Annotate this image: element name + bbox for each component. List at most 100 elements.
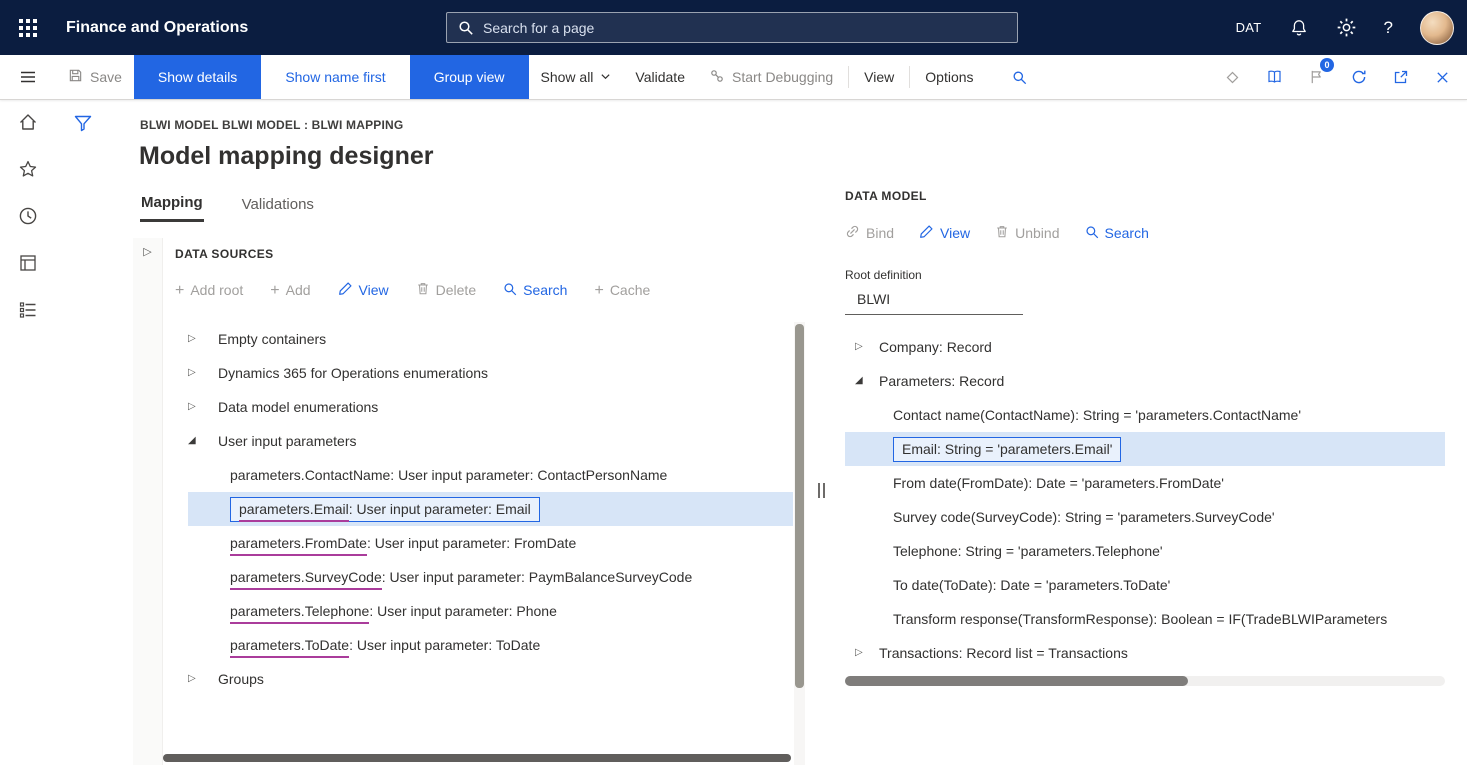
- tree-item-to-date[interactable]: To date(ToDate): Date = 'parameters.ToDa…: [833, 568, 1445, 602]
- tree-item-parameters-email[interactable]: parameters.Email: User input parameter: …: [188, 492, 793, 526]
- app-title: Finance and Operations: [66, 19, 248, 37]
- tree-item-email[interactable]: Email: String = 'parameters.Email': [845, 432, 1445, 466]
- global-search-box[interactable]: [446, 12, 1018, 43]
- trash-icon: [416, 281, 430, 299]
- tree-item-data-model-enumerations[interactable]: Data model enumerations: [163, 390, 793, 424]
- sitemap-menu-icon[interactable]: [17, 299, 39, 321]
- tree-item-parameters-todate[interactable]: parameters.ToDate: User input parameter:…: [163, 628, 793, 662]
- hamburger-menu-icon[interactable]: [0, 55, 56, 99]
- search-input[interactable]: [483, 20, 1006, 36]
- home-icon[interactable]: [17, 111, 39, 133]
- tree-item-empty-containers[interactable]: Empty containers: [163, 322, 793, 356]
- separator: [909, 66, 910, 88]
- left-sidebar: [0, 100, 56, 765]
- data-sources-vertical-scrollbar[interactable]: [794, 322, 805, 765]
- button-label: Add root: [190, 282, 243, 298]
- unbind-button[interactable]: Unbind: [995, 224, 1059, 242]
- tree-item-parameters-surveycode[interactable]: parameters.SurveyCode: User input parame…: [163, 560, 793, 594]
- node-name: parameters.Email: [239, 501, 349, 517]
- collapse-pane-chevron-icon[interactable]: [143, 247, 151, 258]
- tree-item-user-input-parameters[interactable]: User input parameters: [163, 424, 793, 458]
- refresh-icon[interactable]: [1342, 61, 1375, 94]
- tab-mapping[interactable]: Mapping: [140, 194, 204, 222]
- bell-icon[interactable]: [1289, 18, 1309, 38]
- app-launcher-waffle-icon[interactable]: [0, 0, 56, 55]
- validate-button[interactable]: Validate: [623, 55, 697, 99]
- task-guide-book-icon[interactable]: [1258, 61, 1291, 94]
- user-avatar[interactable]: [1420, 11, 1454, 45]
- tree-item-company[interactable]: Company: Record: [833, 330, 1445, 364]
- data-model-horizontal-scrollbar[interactable]: [845, 676, 1445, 686]
- chevron-collapsed-icon[interactable]: [188, 674, 202, 684]
- tree-item-survey-code[interactable]: Survey code(SurveyCode): String = 'param…: [833, 500, 1445, 534]
- tree-item-label: From date(FromDate): Date = 'parameters.…: [893, 475, 1224, 491]
- save-button[interactable]: Save: [56, 55, 134, 99]
- data-sources-horizontal-scrollbar[interactable]: [163, 754, 791, 763]
- tree-item-from-date[interactable]: From date(FromDate): Date = 'parameters.…: [833, 466, 1445, 500]
- filter-funnel-icon[interactable]: [72, 112, 94, 134]
- start-debugging-button[interactable]: Start Debugging: [697, 55, 845, 99]
- tree-item-label: Transactions: Record list = Transactions: [879, 645, 1128, 661]
- recent-clock-icon[interactable]: [17, 205, 39, 227]
- search-icon: [503, 282, 517, 299]
- insights-diamond-icon[interactable]: [1216, 61, 1249, 94]
- tree-item-parameters-telephone[interactable]: parameters.Telephone: User input paramet…: [163, 594, 793, 628]
- chevron-expanded-icon[interactable]: [188, 436, 202, 446]
- search-button[interactable]: Search: [503, 282, 567, 299]
- tab-validations[interactable]: Validations: [241, 194, 315, 222]
- tree-item-label: Telephone: String = 'parameters.Telephon…: [893, 543, 1163, 559]
- favorites-star-icon[interactable]: [17, 158, 39, 180]
- search-button[interactable]: Search: [1085, 225, 1149, 242]
- tree-item-parameters-fromdate[interactable]: parameters.FromDate: User input paramete…: [163, 526, 793, 560]
- group-view-button[interactable]: Group view: [410, 55, 529, 99]
- view-button[interactable]: View: [919, 224, 970, 242]
- cache-button[interactable]: Cache: [594, 282, 650, 299]
- scrollbar-thumb[interactable]: [845, 676, 1188, 686]
- tree-item-transform-response[interactable]: Transform response(TransformResponse): B…: [833, 602, 1445, 636]
- tree-item-d365-operations-enumerations[interactable]: Dynamics 365 for Operations enumerations: [163, 356, 793, 390]
- message-center-flag-icon[interactable]: 0: [1300, 61, 1333, 94]
- help-icon[interactable]: ?: [1384, 18, 1393, 38]
- chevron-expanded-icon[interactable]: [855, 376, 869, 386]
- start-debugging-label: Start Debugging: [732, 69, 833, 85]
- splitter-grip-icon[interactable]: [818, 483, 825, 498]
- scrollbar-thumb[interactable]: [795, 324, 804, 688]
- panel-splitter[interactable]: [813, 238, 830, 765]
- unbind-icon: [995, 224, 1009, 242]
- root-definition-field[interactable]: BLWI: [845, 287, 1023, 315]
- workspaces-icon[interactable]: [17, 252, 39, 274]
- show-details-button[interactable]: Show details: [134, 55, 261, 99]
- add-button[interactable]: Add: [270, 282, 310, 299]
- show-name-first-button[interactable]: Show name first: [261, 55, 409, 99]
- find-in-page-icon[interactable]: [998, 55, 1041, 99]
- node-description: : User input parameter: FromDate: [367, 535, 576, 551]
- chevron-collapsed-icon[interactable]: [188, 368, 202, 378]
- tree-item-label: Survey code(SurveyCode): String = 'param…: [893, 509, 1275, 525]
- close-icon[interactable]: [1426, 61, 1459, 94]
- node-description: : User input parameter: ContactPersonNam…: [390, 467, 667, 483]
- tree-item-transactions[interactable]: Transactions: Record list = Transactions: [833, 636, 1445, 670]
- chevron-collapsed-icon[interactable]: [188, 402, 202, 412]
- options-menu-button[interactable]: Options: [913, 55, 985, 99]
- scrollbar-thumb[interactable]: [163, 754, 791, 762]
- chevron-collapsed-icon[interactable]: [855, 342, 869, 352]
- delete-button[interactable]: Delete: [416, 281, 476, 299]
- view-button[interactable]: View: [338, 281, 389, 299]
- tree-item-groups[interactable]: Groups: [163, 662, 793, 696]
- tree-item-label: parameters.SurveyCode: User input parame…: [230, 569, 692, 585]
- start-debugging-icon: [709, 68, 725, 87]
- tree-item-parameters[interactable]: Parameters: Record: [833, 364, 1445, 398]
- chevron-collapsed-icon[interactable]: [188, 334, 202, 344]
- show-all-dropdown[interactable]: Show all: [529, 55, 624, 99]
- tree-item-contact-name[interactable]: Contact name(ContactName): String = 'par…: [833, 398, 1445, 432]
- gear-icon[interactable]: [1336, 17, 1357, 38]
- add-root-button[interactable]: Add root: [175, 282, 243, 299]
- bind-button[interactable]: Bind: [845, 224, 894, 242]
- tree-item-parameters-contactname[interactable]: parameters.ContactName: User input param…: [163, 458, 793, 492]
- open-in-new-window-icon[interactable]: [1384, 61, 1417, 94]
- chevron-collapsed-icon[interactable]: [855, 648, 869, 658]
- tree-item-label: Data model enumerations: [218, 399, 378, 415]
- tree-item-telephone[interactable]: Telephone: String = 'parameters.Telephon…: [833, 534, 1445, 568]
- view-menu-button[interactable]: View: [852, 55, 906, 99]
- action-pane: Save Show details Show name first Group …: [0, 55, 1467, 100]
